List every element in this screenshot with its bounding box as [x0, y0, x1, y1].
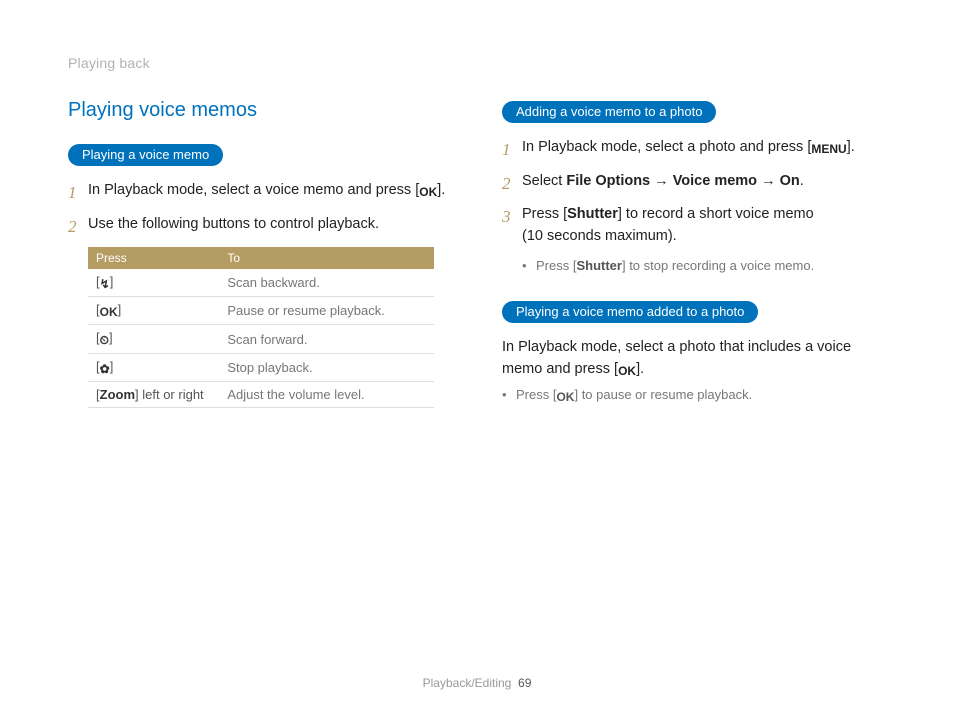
- pill-playing-voice-memo: Playing a voice memo: [68, 144, 223, 166]
- table-row: [OK] Pause or resume playback.: [88, 297, 434, 325]
- step-text: Press [Shutter] to record a short voice …: [522, 204, 886, 248]
- text: Press [: [536, 258, 576, 273]
- step-text: Select File Options → Voice memo → On.: [522, 171, 886, 193]
- table-header-press: Press: [88, 247, 219, 269]
- footer-section: Playback/Editing: [423, 676, 512, 690]
- ok-icon: OK: [556, 388, 574, 406]
- table-key: [✿]: [88, 354, 219, 382]
- text: ].: [636, 361, 644, 377]
- flash-icon: ↯: [100, 277, 110, 291]
- sub-text: Press [Shutter] to stop recording a voic…: [536, 256, 814, 276]
- table-key: [Zoom] left or right: [88, 382, 219, 408]
- table-action: Pause or resume playback.: [219, 297, 433, 325]
- left-step-2: 2 Use the following buttons to control p…: [68, 214, 452, 240]
- text: ] to stop recording a voice memo.: [622, 258, 814, 273]
- table-key: [OK]: [88, 297, 219, 325]
- shutter-label: Shutter: [576, 258, 622, 273]
- body-text: In Playback mode, select a photo that in…: [502, 337, 886, 381]
- table-key: [↯]: [88, 269, 219, 297]
- step-number: 1: [68, 180, 88, 206]
- table-action: Scan forward.: [219, 325, 433, 354]
- step-number: 1: [502, 137, 522, 163]
- page: Playing back Playing voice memos Playing…: [0, 0, 954, 720]
- sub-text: Press [OK] to pause or resume playback.: [516, 385, 752, 406]
- step-text: In Playback mode, select a photo and pre…: [522, 137, 886, 159]
- step-text: Use the following buttons to control pla…: [88, 214, 452, 236]
- text: ].: [847, 139, 855, 155]
- text: In Playback mode, select a voice memo an…: [88, 182, 419, 198]
- arrow: →: [650, 173, 673, 189]
- table-key: [⏲]: [88, 325, 219, 354]
- step-number: 2: [68, 214, 88, 240]
- right-step-2: 2 Select File Options → Voice memo → On.: [502, 171, 886, 197]
- text: ] to record a short voice memo: [618, 206, 814, 222]
- controls-table: Press To [↯] Scan backward. [OK] Pause o…: [88, 247, 434, 408]
- page-footer: Playback/Editing 69: [0, 676, 954, 690]
- table-row: [Zoom] left or right Adjust the volume l…: [88, 382, 434, 408]
- body-sub: • Press [OK] to pause or resume playback…: [502, 385, 886, 406]
- left-column: Playing voice memos Playing a voice memo…: [68, 99, 452, 408]
- text: .: [800, 173, 804, 189]
- text: Select: [522, 173, 566, 189]
- text: In Playback mode, select a photo that in…: [502, 339, 851, 377]
- menu-icon: MENU: [811, 140, 846, 158]
- table-row: [↯] Scan backward.: [88, 269, 434, 297]
- table-action: Scan backward.: [219, 269, 433, 297]
- suffix: left or right: [139, 387, 204, 402]
- pill-playing-added-memo: Playing a voice memo added to a photo: [502, 301, 758, 323]
- text: Press [: [516, 387, 556, 402]
- text: (10 seconds maximum).: [522, 226, 886, 248]
- timer-icon: ⏲: [100, 333, 109, 348]
- table-row: [⏲] Scan forward.: [88, 325, 434, 354]
- text: In Playback mode, select a photo and pre…: [522, 139, 811, 155]
- pill-adding-voice-memo: Adding a voice memo to a photo: [502, 101, 716, 123]
- zoom-label: Zoom: [100, 387, 135, 402]
- step-number: 2: [502, 171, 522, 197]
- right-step-1: 1 In Playback mode, select a photo and p…: [502, 137, 886, 163]
- page-number: 69: [518, 676, 531, 690]
- menu-path: Voice memo: [673, 173, 757, 189]
- breadcrumb: Playing back: [68, 55, 886, 71]
- ok-icon: OK: [618, 362, 636, 380]
- step-number: 3: [502, 204, 522, 230]
- text: ] to pause or resume playback.: [574, 387, 752, 402]
- menu-path: File Options: [566, 173, 650, 189]
- ok-icon: OK: [419, 183, 437, 201]
- content-columns: Playing voice memos Playing a voice memo…: [68, 99, 886, 408]
- text: Press [: [522, 206, 567, 222]
- shutter-label: Shutter: [567, 206, 618, 222]
- bullet-dot: •: [502, 385, 516, 406]
- ok-icon: OK: [100, 305, 118, 319]
- bullet-dot: •: [522, 256, 536, 276]
- table-action: Stop playback.: [219, 354, 433, 382]
- step-text: In Playback mode, select a voice memo an…: [88, 180, 452, 202]
- left-step-1: 1 In Playback mode, select a voice memo …: [68, 180, 452, 206]
- table-header-to: To: [219, 247, 433, 269]
- text: ].: [437, 182, 445, 198]
- right-column: Adding a voice memo to a photo 1 In Play…: [502, 99, 886, 408]
- macro-icon: ✿: [100, 362, 110, 376]
- menu-path: On: [780, 173, 800, 189]
- table-action: Adjust the volume level.: [219, 382, 433, 408]
- right-step-3: 3 Press [Shutter] to record a short voic…: [502, 204, 886, 248]
- section-title: Playing voice memos: [68, 99, 452, 122]
- sub-bullet: • Press [Shutter] to stop recording a vo…: [522, 256, 886, 276]
- table-row: [✿] Stop playback.: [88, 354, 434, 382]
- arrow: →: [757, 173, 780, 189]
